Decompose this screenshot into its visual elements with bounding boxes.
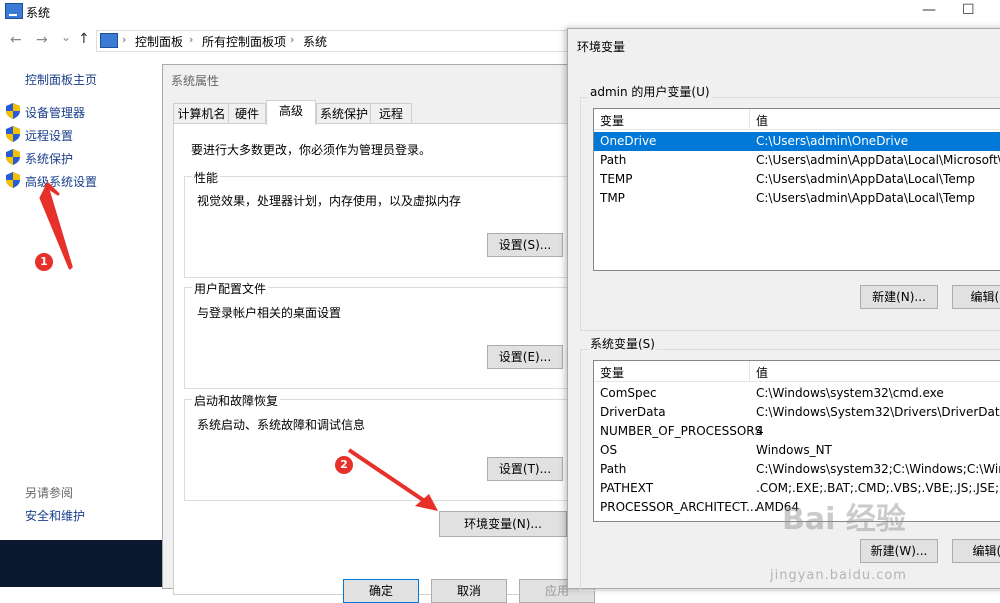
variable-value: C:\Windows\System32\Drivers\DriverData	[756, 405, 1000, 419]
variable-value: 4	[756, 424, 764, 438]
breadcrumb-sep: ›	[122, 33, 127, 46]
breadcrumb-control-panel[interactable]: 控制面板	[135, 33, 183, 50]
watermark-url: jingyan.baidu.com	[770, 568, 907, 583]
system-protection-link[interactable]: 系统保护	[25, 150, 73, 167]
system-app-icon	[5, 3, 23, 19]
user-profile-group	[184, 287, 586, 389]
maximize-button[interactable]: ☐	[962, 2, 975, 18]
watermark-logo: Bai 经验	[782, 502, 906, 537]
up-arrow-icon[interactable]: ↑	[78, 31, 90, 47]
user-profile-label: 用户配置文件	[192, 280, 269, 297]
variable-value: Windows_NT	[756, 443, 832, 457]
annotation-marker-2: 2	[335, 456, 353, 474]
shield-icon	[6, 172, 20, 188]
startup-recovery-settings-button[interactable]: 设置(T)...	[487, 457, 563, 481]
column-divider	[749, 109, 750, 129]
user-profile-desc: 与登录帐户相关的桌面设置	[197, 306, 342, 320]
variable-name: DriverData	[600, 405, 666, 419]
table-row[interactable]: TMP C:\Users\admin\AppData\Local\Temp	[594, 189, 1000, 208]
dialog-title: 系统属性	[171, 74, 220, 88]
table-row[interactable]: OS Windows_NT	[594, 441, 1000, 460]
variable-value: C:\Windows\system32;C:\Windows;C:\Window	[756, 462, 1000, 476]
user-edit-button[interactable]: 编辑(E)	[952, 285, 1000, 309]
variable-value: C:\Users\admin\AppData\Local\Temp	[756, 172, 976, 186]
column-divider	[749, 361, 750, 381]
list-header: 变量 值	[594, 361, 1000, 382]
shield-icon	[6, 149, 20, 165]
table-row[interactable]: Path C:\Users\admin\AppData\Local\Micros…	[594, 151, 1000, 170]
desktop-background	[0, 540, 165, 587]
tab-hardware[interactable]: 硬件	[228, 103, 266, 124]
tab-computer-name[interactable]: 计算机名	[173, 103, 230, 124]
user-variables-list[interactable]: 变量 值 OneDrive C:\Users\admin\OneDrive Pa…	[593, 108, 1000, 271]
variable-name: PATHEXT	[600, 481, 654, 495]
column-header-value[interactable]: 值	[756, 112, 768, 129]
security-maintenance-link[interactable]: 安全和维护	[25, 507, 85, 524]
shield-icon	[6, 126, 20, 142]
list-header: 变量 值	[594, 109, 1000, 130]
window-titlebar: 系统 — ☐	[0, 0, 1000, 24]
breadcrumb-system[interactable]: 系统	[303, 33, 327, 50]
performance-settings-button[interactable]: 设置(S)...	[487, 233, 563, 257]
environment-variables-button[interactable]: 环境变量(N)...	[439, 511, 567, 537]
variable-value: C:\Users\admin\OneDrive	[756, 134, 909, 148]
advanced-tab-panel: 要进行大多数更改，你必须作为管理员登录。 性能 视觉效果，处理器计划，内存使用，…	[173, 123, 595, 595]
annotation-marker-1: 1	[35, 253, 53, 271]
variable-name: NUMBER_OF_PROCESSORS	[600, 424, 763, 438]
table-row[interactable]: NUMBER_OF_PROCESSORS 4	[594, 422, 1000, 441]
remote-settings-link[interactable]: 远程设置	[25, 127, 73, 144]
startup-recovery-label: 启动和故障恢复	[192, 392, 281, 409]
breadcrumb-sep: ›	[290, 33, 295, 46]
breadcrumb-all-items[interactable]: 所有控制面板项	[202, 33, 286, 50]
table-row[interactable]: ComSpec C:\Windows\system32\cmd.exe	[594, 384, 1000, 403]
variable-name: ComSpec	[600, 386, 657, 400]
user-variables-label: admin 的用户变量(U)	[588, 83, 712, 100]
user-new-button[interactable]: 新建(N)...	[860, 285, 938, 309]
ok-button[interactable]: 确定	[343, 579, 419, 603]
device-manager-link[interactable]: 设备管理器	[25, 104, 85, 121]
startup-recovery-desc: 系统启动、系统故障和调试信息	[197, 418, 366, 432]
control-panel-icon	[100, 33, 118, 48]
variable-name: TMP	[600, 191, 625, 205]
tab-system-protection[interactable]: 系统保护	[316, 103, 372, 124]
minimize-button[interactable]: —	[922, 2, 936, 18]
recent-dropdown-icon[interactable]: ⌄	[61, 30, 71, 44]
tab-remote[interactable]: 远程	[370, 103, 412, 124]
cancel-button[interactable]: 取消	[431, 579, 507, 603]
control-panel-home-link[interactable]: 控制面板主页	[25, 71, 97, 88]
variable-value: C:\Users\admin\AppData\Local\Microsoft\W…	[756, 153, 1000, 167]
variable-name: OS	[600, 443, 618, 457]
breadcrumb-sep: ›	[189, 33, 194, 46]
tab-advanced[interactable]: 高级	[266, 100, 316, 125]
column-header-variable[interactable]: 变量	[600, 112, 624, 129]
variable-value: C:\Users\admin\AppData\Local\Temp	[756, 191, 976, 205]
admin-note: 要进行大多数更改，你必须作为管理员登录。	[191, 143, 432, 157]
variable-value: C:\Windows\system32\cmd.exe	[756, 386, 944, 400]
column-header-value[interactable]: 值	[756, 364, 768, 381]
performance-label: 性能	[192, 169, 221, 186]
system-variables-label: 系统变量(S)	[588, 335, 657, 352]
performance-desc: 视觉效果，处理器计划，内存使用，以及虚拟内存	[197, 194, 462, 208]
column-header-variable[interactable]: 变量	[600, 364, 624, 381]
forward-arrow-icon[interactable]: →	[36, 32, 48, 48]
table-row[interactable]: DriverData C:\Windows\System32\Drivers\D…	[594, 403, 1000, 422]
dialog-title: 环境变量	[577, 40, 626, 54]
see-also-heading: 另请参阅	[25, 486, 74, 500]
shield-icon	[6, 103, 20, 119]
variable-name: TEMP	[600, 172, 633, 186]
annotation-arrow-2	[347, 448, 438, 511]
table-row[interactable]: TEMP C:\Users\admin\AppData\Local\Temp	[594, 170, 1000, 189]
variable-name: Path	[600, 153, 627, 167]
system-edit-button[interactable]: 编辑(I)	[952, 539, 1000, 563]
window-title: 系统	[26, 6, 51, 20]
variable-name: Path	[600, 462, 627, 476]
system-new-button[interactable]: 新建(W)...	[860, 539, 938, 563]
table-row[interactable]: OneDrive C:\Users\admin\OneDrive	[594, 132, 1000, 151]
back-arrow-icon[interactable]: ←	[10, 32, 22, 48]
table-row[interactable]: Path C:\Windows\system32;C:\Windows;C:\W…	[594, 460, 1000, 479]
variable-name: OneDrive	[600, 134, 657, 148]
user-profile-settings-button[interactable]: 设置(E)...	[487, 345, 563, 369]
variable-name: PROCESSOR_ARCHITECT...	[600, 500, 758, 514]
